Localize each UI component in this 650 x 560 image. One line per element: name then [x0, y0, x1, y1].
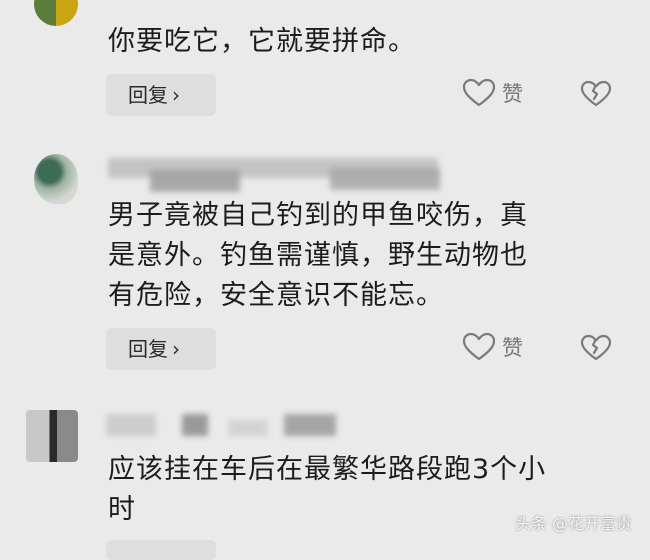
- dislike-button[interactable]: [580, 80, 612, 112]
- comment-text: 应该挂在车后在最繁华路段跑3个小 时: [108, 450, 546, 530]
- commenter-info-blurred: [182, 414, 208, 436]
- commenter-info-blurred: [106, 414, 156, 436]
- comment-line: 时: [108, 494, 136, 525]
- heart-outline-icon: [462, 78, 496, 107]
- like-label: 赞: [502, 336, 523, 360]
- like-button[interactable]: 赞: [462, 332, 523, 362]
- reply-label: 回复: [128, 83, 168, 107]
- comment-line: 有危险，安全意识不能忘。: [108, 280, 444, 311]
- comment-line: 是意外。钓鱼需谨慎，野生动物也: [108, 240, 528, 271]
- commenter-info-blurred: [150, 170, 240, 192]
- reply-button[interactable]: [106, 540, 216, 560]
- commenter-info-blurred: [228, 420, 268, 436]
- commenter-info-blurred: [330, 168, 440, 190]
- comment-line: 男子竟被自己钓到的甲鱼咬伤，真: [108, 200, 528, 231]
- reply-label: 回复: [128, 337, 168, 361]
- like-label: 赞: [502, 82, 523, 106]
- heart-outline-icon: [462, 332, 496, 361]
- comment-text: 你要吃它，它就要拼命。: [108, 26, 416, 57]
- dislike-button[interactable]: [580, 334, 612, 366]
- chevron-right-icon: ›: [172, 83, 180, 107]
- reply-button[interactable]: 回复 ›: [106, 74, 216, 116]
- comment-text: 男子竟被自己钓到的甲鱼咬伤，真 是意外。钓鱼需谨慎，野生动物也 有危险，安全意识…: [108, 196, 528, 316]
- commenter-avatar[interactable]: [26, 410, 78, 462]
- chevron-right-icon: ›: [172, 337, 180, 361]
- like-button[interactable]: 赞: [462, 78, 523, 108]
- broken-heart-icon: [580, 80, 612, 107]
- broken-heart-icon: [580, 334, 612, 361]
- comment-line: 应该挂在车后在最繁华路段跑3个小: [108, 454, 547, 485]
- reply-button[interactable]: 回复 ›: [106, 328, 216, 370]
- source-watermark: 头条 @花开富贵: [514, 514, 632, 533]
- commenter-info-blurred: [284, 414, 336, 436]
- commenter-avatar[interactable]: [34, 0, 78, 26]
- commenter-avatar[interactable]: [34, 154, 78, 204]
